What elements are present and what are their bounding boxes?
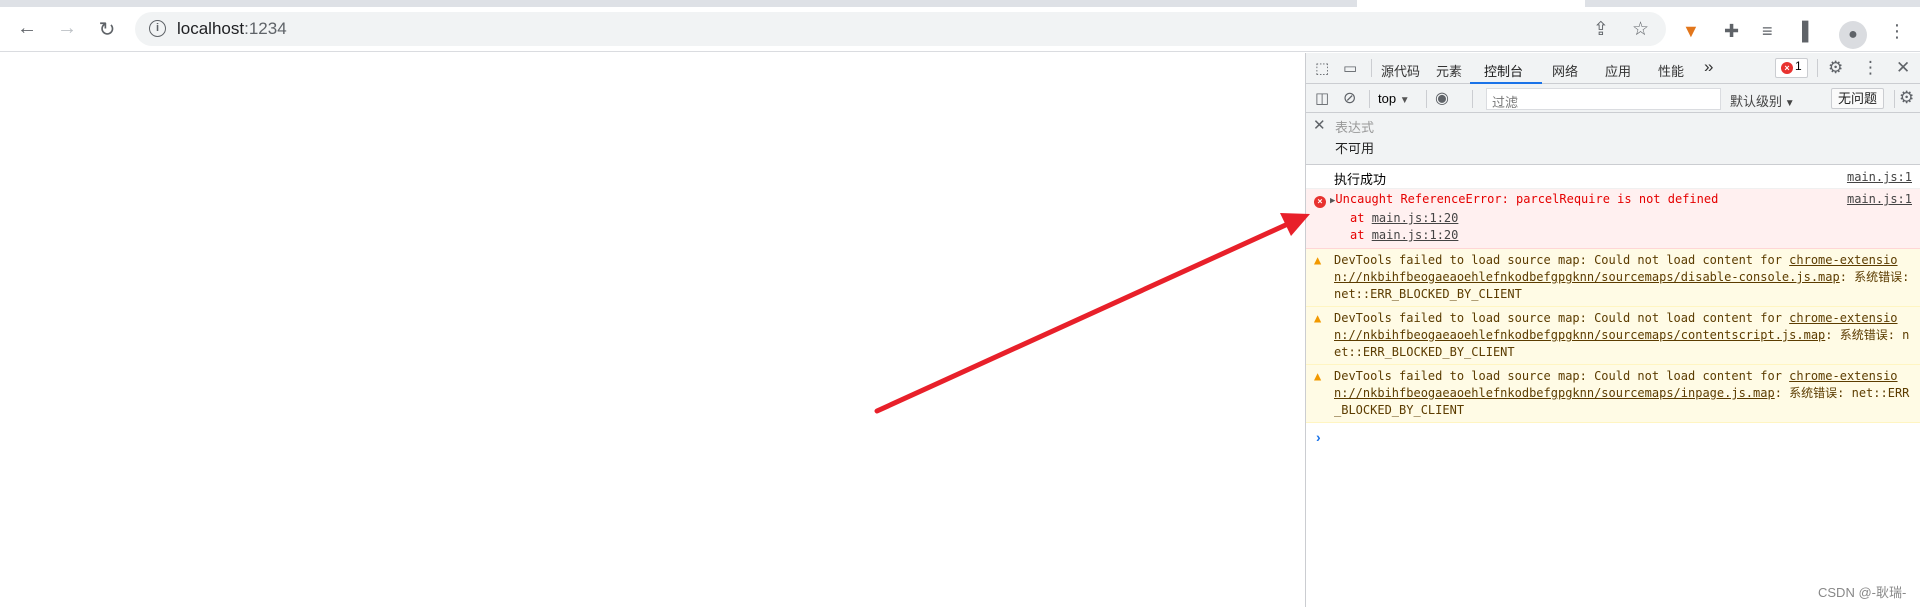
- live-expression: ✕ 表达式 不可用: [1306, 113, 1920, 165]
- sidebar-toggle-icon[interactable]: ◫: [1315, 89, 1329, 107]
- forward-icon[interactable]: →: [53, 17, 81, 40]
- settings-gear-icon[interactable]: ⚙: [1828, 58, 1843, 78]
- share-icon[interactable]: ⇪: [1593, 18, 1609, 41]
- menu-kebab-icon[interactable]: ⋮: [1888, 21, 1906, 42]
- extensions-puzzle-icon[interactable]: ✚: [1724, 21, 1739, 42]
- reload-icon[interactable]: ↻: [93, 17, 121, 42]
- warning-icon: ▲: [1314, 369, 1322, 383]
- close-devtools-icon[interactable]: ✕: [1896, 58, 1910, 78]
- console-warning-message: ▲ DevTools failed to load source map: Co…: [1306, 365, 1920, 423]
- warning-icon: ▲: [1314, 253, 1322, 267]
- device-toolbar-icon[interactable]: ▭: [1343, 59, 1357, 77]
- devtools-panel: ⬚ ▭ 源代码 元素 控制台 网络 应用 性能 » × 1 ⚙ ⋮ ✕ ◫ ⊘ t…: [1305, 53, 1920, 607]
- tab-performance[interactable]: 性能: [1658, 61, 1684, 80]
- console-error-message: × ▶Uncaught ReferenceError: parcelRequir…: [1306, 189, 1920, 249]
- tab-application[interactable]: 应用: [1605, 61, 1631, 80]
- stack-link[interactable]: main.js:1:20: [1372, 211, 1459, 225]
- filter-input[interactable]: 过滤: [1486, 88, 1721, 110]
- tab-strip: [0, 0, 1920, 7]
- tab-sources[interactable]: 源代码: [1381, 61, 1420, 80]
- metamask-fox-icon[interactable]: ▼: [1682, 21, 1700, 42]
- source-link[interactable]: main.js:1: [1847, 191, 1912, 208]
- remove-expression-icon[interactable]: ✕: [1313, 116, 1326, 134]
- console-warning-message: ▲ DevTools failed to load source map: Co…: [1306, 307, 1920, 365]
- console-settings-icon[interactable]: ⚙: [1899, 88, 1914, 108]
- info-icon[interactable]: i: [149, 20, 166, 37]
- expression-value: 不可用: [1335, 141, 1375, 156]
- watermark: CSDN @-耿瑞-: [1818, 585, 1907, 600]
- console-log-message: 执行成功 main.js:1: [1306, 165, 1920, 189]
- tab-elements[interactable]: 元素: [1436, 61, 1462, 80]
- issues-button[interactable]: 无问题: [1831, 88, 1884, 109]
- error-count-badge[interactable]: × 1: [1775, 58, 1808, 78]
- address-bar[interactable]: i localhost:1234 ⇪ ☆: [135, 12, 1666, 46]
- context-select[interactable]: top ▼: [1378, 91, 1410, 106]
- inspect-element-icon[interactable]: ⬚: [1315, 59, 1329, 77]
- more-options-icon[interactable]: ⋮: [1862, 58, 1879, 78]
- browser-toolbar: ← → ↻ i localhost:1234 ⇪ ☆ ▼ ✚ ≡ ▌ ● ⋮: [0, 7, 1920, 52]
- stack-link[interactable]: main.js:1:20: [1372, 228, 1459, 242]
- url-text[interactable]: localhost:1234: [177, 19, 287, 39]
- active-tab[interactable]: [1357, 0, 1585, 7]
- source-link[interactable]: main.js:1: [1847, 169, 1912, 186]
- side-panel-icon[interactable]: ▌: [1802, 21, 1815, 42]
- console-warning-message: ▲ DevTools failed to load source map: Co…: [1306, 249, 1920, 307]
- clear-console-icon[interactable]: ⊘: [1343, 88, 1356, 108]
- tab-network[interactable]: 网络: [1552, 61, 1578, 80]
- back-icon[interactable]: ←: [13, 17, 41, 40]
- error-icon: ×: [1781, 62, 1793, 75]
- console-toolbar: ◫ ⊘ top ▼ ◉ 过滤 默认级别 ▼ 无问题 ⚙: [1306, 84, 1920, 113]
- console-prompt[interactable]: ›: [1306, 423, 1920, 445]
- expression-label[interactable]: 表达式: [1335, 117, 1374, 136]
- live-expression-eye-icon[interactable]: ◉: [1435, 88, 1449, 108]
- tab-console[interactable]: 控制台: [1484, 61, 1523, 80]
- arrow-shaft: [874, 220, 1293, 414]
- devtools-tabbar: ⬚ ▭ 源代码 元素 控制台 网络 应用 性能 » × 1 ⚙ ⋮ ✕: [1306, 53, 1920, 84]
- warning-icon: ▲: [1314, 311, 1322, 325]
- error-icon: ×: [1314, 193, 1326, 210]
- profile-avatar[interactable]: ●: [1839, 21, 1867, 49]
- more-tabs-icon[interactable]: »: [1704, 57, 1713, 77]
- media-playlist-icon[interactable]: ≡: [1762, 21, 1773, 42]
- log-level-select[interactable]: 默认级别 ▼: [1730, 91, 1795, 110]
- bookmark-star-icon[interactable]: ☆: [1632, 18, 1649, 41]
